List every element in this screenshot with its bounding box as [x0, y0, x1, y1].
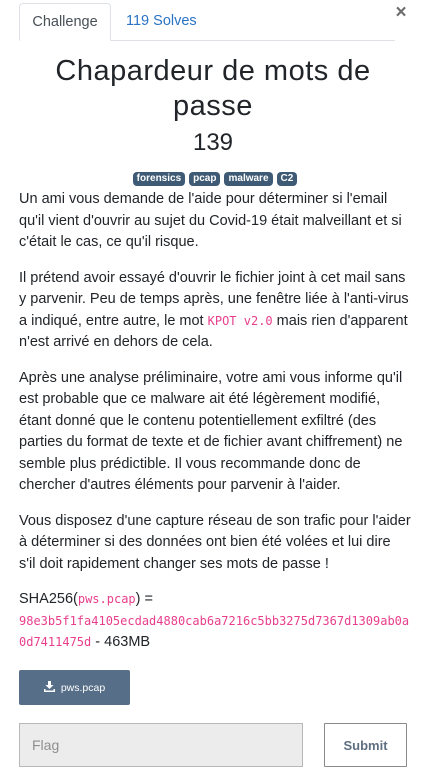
sha-prefix: SHA256( [19, 591, 78, 607]
challenge-description: Un ami vous demande de l'aide pour déter… [19, 189, 411, 668]
tab-challenge[interactable]: Challenge [19, 3, 111, 41]
tag-list: forensics pcap malware C2 [0, 172, 430, 186]
download-file-label: pws.pcap [60, 681, 106, 694]
submit-button[interactable]: Submit [324, 723, 407, 767]
description-paragraph: Un ami vous demande de l'aide pour déter… [19, 191, 402, 250]
description-paragraph: Il prétend avoir essayé d'ouvrir le fich… [19, 268, 411, 354]
download-icon [43, 680, 55, 695]
challenge-tabs: Challenge 119 Solves [19, 3, 395, 41]
tab-solves[interactable]: 119 Solves [112, 3, 211, 41]
download-file-button[interactable]: pws.pcap [19, 670, 130, 705]
flag-input[interactable] [19, 723, 303, 767]
sha-mid: ) = [135, 591, 153, 607]
sha-filename: pws.pcap [77, 592, 136, 606]
close-button[interactable]: × [393, 2, 409, 24]
tag-pcap: pcap [189, 172, 221, 186]
tag-forensics: forensics [132, 172, 186, 186]
challenge-title: Chapardeur de mots de passe [55, 55, 371, 122]
description-paragraph: Après une analyse préliminaire, votre am… [19, 369, 403, 494]
sha256-line: SHA256(pws.pcap) = 98e3b5f1fa4105ecdad48… [19, 589, 411, 654]
tag-malware: malware [224, 172, 273, 186]
description-paragraph: Vous disposez d'une capture réseau de so… [19, 512, 411, 572]
challenge-points: 139 [192, 129, 234, 156]
file-size: - 463MB [91, 634, 151, 650]
tag-c2: C2 [276, 172, 298, 186]
kpot-code: KPOT v2.0 [207, 313, 273, 328]
sha256-hash: 98e3b5f1fa4105ecdad4880cab6a7216c5bb3275… [19, 613, 410, 650]
